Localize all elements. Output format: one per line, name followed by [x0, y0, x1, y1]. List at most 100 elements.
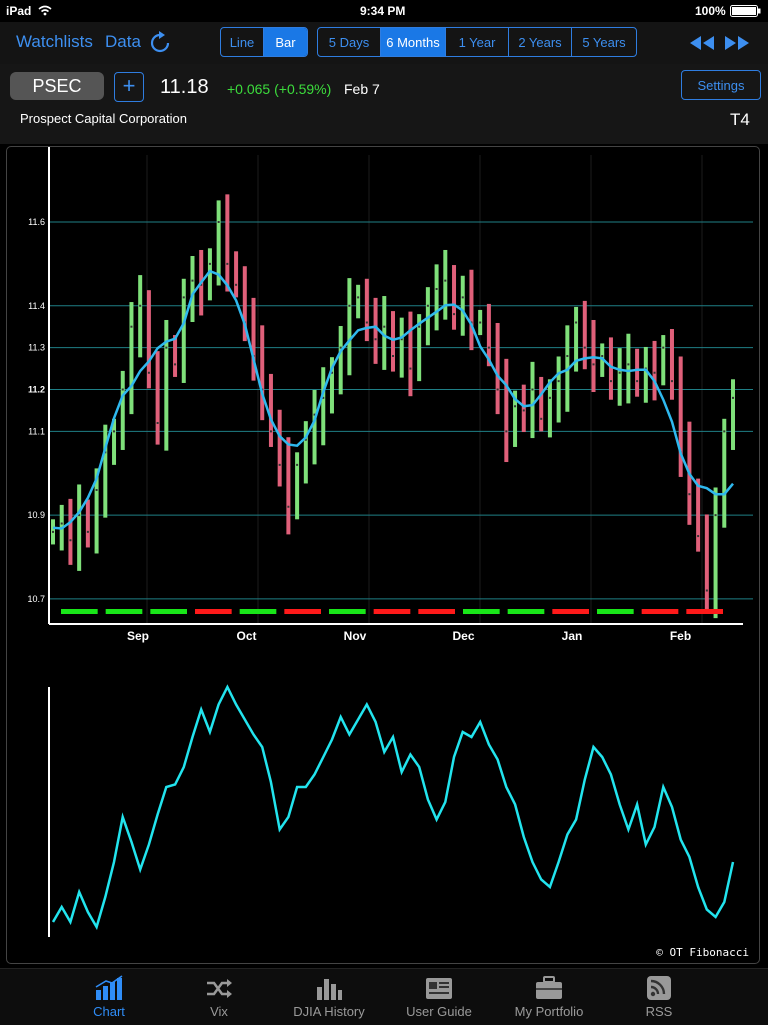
price-bar: [443, 249, 448, 320]
price-bar: [77, 484, 82, 571]
price-bar: [155, 351, 160, 445]
signal-segment: [463, 609, 500, 614]
data-button[interactable]: Data: [105, 32, 141, 52]
fast-forward-icon[interactable]: [724, 35, 750, 51]
price-bar: [669, 329, 674, 400]
range-6-months[interactable]: 6 Months: [380, 28, 445, 56]
close-tick: [339, 346, 342, 349]
wifi-icon: [38, 5, 52, 16]
tab-djia-history[interactable]: DJIA History: [274, 969, 384, 1025]
chart-panel[interactable]: 11.6 11.4 11.3 11.2 11.1 10.9 10.7 Sep Oct Nov Dec…: [6, 146, 760, 964]
range-5-years[interactable]: 5 Years: [571, 28, 636, 56]
price-bar: [643, 346, 648, 403]
signal-segment: [641, 609, 679, 614]
range-2-years[interactable]: 2 Years: [508, 28, 571, 56]
price-bar: [434, 264, 439, 331]
line-style-button[interactable]: Line: [221, 28, 263, 56]
x-axis-label: Oct: [236, 629, 256, 643]
clock: 9:34 PM: [360, 4, 406, 18]
price-bar: [138, 275, 143, 358]
price-chart[interactable]: 11.6 11.4 11.3 11.2 11.1 10.9 10.7 Sep Oct Nov Dec…: [7, 147, 759, 963]
signal-segment: [150, 609, 187, 614]
price-bar: [539, 376, 544, 432]
close-tick: [95, 489, 98, 491]
price-bar: [469, 269, 474, 351]
close-tick: [479, 321, 482, 324]
close-tick: [174, 363, 177, 366]
shuffle-icon: [207, 979, 232, 998]
battery-percent: 100%: [695, 4, 726, 18]
copyright-label: © OT Fibonacci: [656, 946, 749, 959]
close-tick: [392, 355, 394, 357]
range-1-year[interactable]: 1 Year: [445, 28, 508, 56]
price-bar: [731, 379, 735, 450]
tab-chart[interactable]: Chart: [54, 969, 164, 1025]
close-tick: [278, 463, 281, 466]
tab-vix[interactable]: Vix: [164, 969, 274, 1025]
settings-button[interactable]: Settings: [681, 70, 761, 100]
price-bar: [103, 424, 108, 518]
tab-user-guide[interactable]: User Guide: [384, 969, 494, 1025]
x-axis-label: Feb: [670, 629, 691, 643]
price-bar: [234, 251, 239, 298]
close-tick: [139, 304, 142, 307]
close-tick: [383, 325, 386, 328]
signal-segment: [105, 609, 143, 614]
tab-label: My Portfolio: [514, 1004, 584, 1019]
close-tick: [487, 346, 490, 349]
range-5-days[interactable]: 5 Days: [318, 28, 380, 56]
price-bar: [521, 384, 526, 433]
close-tick: [662, 346, 665, 349]
close-tick: [540, 417, 543, 420]
chart-code: T4: [730, 110, 750, 129]
tab-label: RSS: [645, 1004, 673, 1019]
close-tick: [557, 380, 560, 383]
y-tick-label: 11.3: [28, 343, 45, 353]
signal-segment: [195, 609, 232, 614]
signal-segment: [239, 609, 277, 614]
x-axis-label: Nov: [344, 629, 367, 643]
bar-style-button[interactable]: Bar: [263, 28, 307, 56]
close-tick: [69, 539, 72, 542]
tab-label: Vix: [210, 1004, 228, 1019]
close-tick: [113, 430, 116, 433]
close-tick: [357, 296, 360, 299]
price-bar: [277, 409, 282, 487]
price-bar: [260, 325, 265, 421]
price-bar: [303, 421, 308, 484]
symbol-selector[interactable]: PSEC: [10, 72, 104, 100]
rewind-icon[interactable]: [689, 35, 715, 51]
close-tick: [670, 380, 673, 383]
price-bar: [286, 437, 291, 535]
close-tick: [418, 325, 421, 328]
add-symbol-button[interactable]: +: [114, 72, 144, 102]
close-tick: [296, 463, 299, 466]
price-bar: [626, 333, 631, 404]
x-axis-label: Sep: [127, 629, 149, 643]
close-tick: [86, 530, 89, 533]
close-tick: [618, 371, 621, 374]
price-bar: [452, 265, 457, 330]
price-bar: [129, 302, 134, 415]
close-tick: [365, 321, 368, 324]
close-tick: [688, 493, 691, 496]
price-bar: [547, 379, 552, 438]
signal-segment: [373, 609, 411, 614]
price-bar: [120, 370, 125, 450]
price-bar: [312, 390, 317, 465]
close-tick: [583, 346, 586, 349]
refresh-icon[interactable]: [149, 30, 171, 54]
moving-average-line: [52, 269, 734, 530]
price-bar: [460, 275, 465, 336]
price-bar: [347, 278, 352, 376]
column-chart-icon: [317, 979, 342, 1000]
price-bar: [225, 194, 230, 292]
close-tick: [426, 304, 429, 307]
watchlists-button[interactable]: Watchlists: [16, 32, 93, 52]
tab-rss[interactable]: RSS: [604, 969, 714, 1025]
indicator-line: [51, 684, 735, 931]
close-tick: [732, 396, 734, 399]
price-bar: [268, 373, 273, 447]
tab-my-portfolio[interactable]: My Portfolio: [494, 969, 604, 1025]
price-bar: [391, 311, 395, 372]
